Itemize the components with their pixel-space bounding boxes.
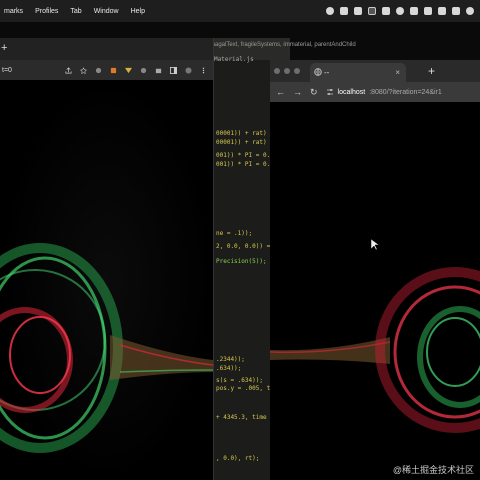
menu-kebab-icon[interactable] bbox=[200, 67, 207, 74]
profile-icon[interactable] bbox=[185, 66, 192, 74]
cast-icon[interactable] bbox=[354, 7, 362, 15]
menu-help[interactable]: Help bbox=[131, 8, 145, 15]
menu-tab[interactable]: Tab bbox=[70, 8, 81, 15]
code-line: , 0.0), rt); bbox=[216, 455, 260, 462]
code-line: 001)) * PI = 0.0; bbox=[216, 152, 278, 159]
left-tab-bar: + bbox=[0, 38, 213, 60]
particle-canvas-right[interactable] bbox=[270, 102, 480, 480]
editor-tab[interactable]: Material.js bbox=[214, 56, 254, 63]
bookmark-star-icon[interactable] bbox=[80, 66, 87, 74]
editor-path: magalText, fragileSystems, immaterial, p… bbox=[210, 42, 356, 48]
left-browser-window: + t=0 bbox=[0, 38, 214, 480]
window-icon[interactable] bbox=[368, 7, 376, 15]
bluetooth-icon[interactable] bbox=[438, 7, 446, 15]
code-line: 2, 0.0, 0.0)) = 1 bbox=[216, 243, 278, 250]
volume-icon[interactable] bbox=[424, 7, 432, 15]
extension-icon[interactable] bbox=[95, 67, 102, 74]
close-window-dot[interactable] bbox=[274, 68, 280, 74]
right-browser-window: -- × + ← → ↻ localhost:8080/?iteration=2… bbox=[270, 60, 480, 480]
minimize-window-dot[interactable] bbox=[284, 68, 290, 74]
menu-bar: marks Profiles Tab Window Help bbox=[0, 0, 480, 22]
tab-close-icon[interactable]: × bbox=[395, 68, 400, 77]
new-tab-button[interactable]: + bbox=[1, 42, 7, 54]
code-line: Precision(5)); bbox=[216, 258, 267, 265]
tab-title: -- bbox=[324, 68, 330, 77]
right-toolbar: ← → ↻ localhost:8080/?iteration=24&ir1 bbox=[270, 82, 480, 102]
reload-icon[interactable]: ↻ bbox=[310, 87, 318, 98]
code-line: .2344)); bbox=[216, 356, 245, 363]
code-line: 00001)) + rat) + bbox=[216, 130, 274, 137]
code-line: pos.y = .005, ti bbox=[216, 385, 274, 392]
new-tab-button[interactable]: + bbox=[428, 64, 435, 78]
display-icon[interactable] bbox=[340, 7, 348, 15]
url-host: localhost bbox=[337, 88, 366, 96]
site-info-icon[interactable] bbox=[326, 88, 334, 96]
code-line: s(s = .634)); bbox=[216, 377, 263, 384]
address-bar[interactable]: t=0 bbox=[0, 67, 12, 74]
code-line: + 4345.3, time + bbox=[216, 414, 274, 421]
code-line: 00001)) + rat) + bbox=[216, 139, 274, 146]
battery-icon[interactable] bbox=[410, 7, 418, 15]
puzzle-icon[interactable] bbox=[155, 67, 162, 74]
url-path: :8080/?iteration=24&ir1 bbox=[369, 88, 442, 96]
share-icon[interactable] bbox=[65, 66, 72, 74]
code-line: .634)); bbox=[216, 365, 242, 372]
toolbar-icons bbox=[65, 66, 213, 74]
search-icon[interactable] bbox=[466, 7, 474, 15]
code-line: 001)) * PI = 0.0; bbox=[216, 161, 278, 168]
menu-items: marks Profiles Tab Window Help bbox=[0, 8, 145, 15]
watermark: @稀土掘金技术社区 bbox=[392, 465, 474, 475]
wifi-icon[interactable] bbox=[452, 7, 460, 15]
back-arrow-icon[interactable]: ← bbox=[276, 87, 285, 97]
sidebar-icon[interactable] bbox=[170, 66, 177, 74]
menu-profiles[interactable]: Profiles bbox=[35, 8, 58, 15]
forward-arrow-icon[interactable]: → bbox=[293, 87, 302, 97]
left-toolbar: t=0 bbox=[0, 60, 213, 80]
extension-icon[interactable] bbox=[382, 7, 390, 15]
address-bar[interactable]: localhost:8080/?iteration=24&ir1 bbox=[326, 88, 442, 96]
right-tab-bar: -- × + bbox=[270, 60, 480, 82]
particle-canvas-left[interactable] bbox=[0, 80, 213, 480]
vue-devtools-icon[interactable] bbox=[125, 67, 132, 74]
extension-icon[interactable] bbox=[140, 67, 147, 74]
menu-bookmarks[interactable]: marks bbox=[4, 8, 23, 15]
zoom-window-dot[interactable] bbox=[294, 68, 300, 74]
app-icon[interactable] bbox=[326, 7, 334, 15]
code-line: ne = .1)); bbox=[216, 230, 253, 237]
globe-icon bbox=[314, 68, 322, 76]
menu-window[interactable]: Window bbox=[94, 8, 119, 15]
status-tray bbox=[326, 7, 480, 15]
clock-icon[interactable] bbox=[396, 7, 404, 15]
browser-tab[interactable]: -- × bbox=[310, 63, 406, 82]
fox-extension-icon[interactable] bbox=[110, 67, 117, 74]
